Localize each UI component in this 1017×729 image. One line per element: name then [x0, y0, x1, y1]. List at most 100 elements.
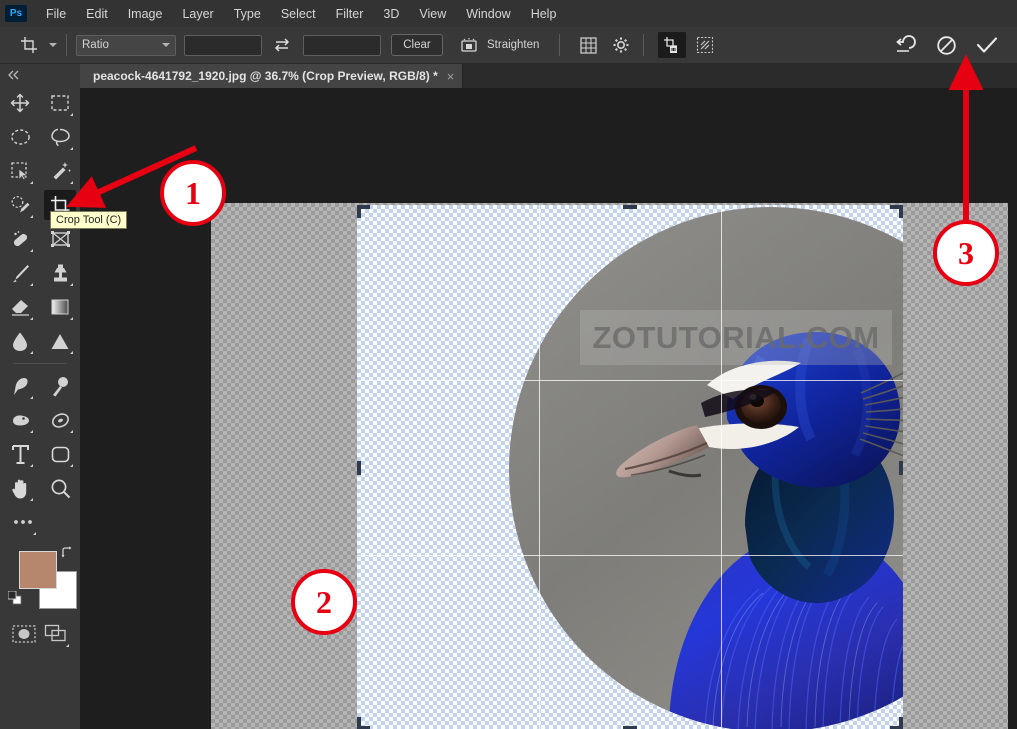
grid-overlay-icon[interactable]	[574, 32, 602, 58]
menu-item-view[interactable]: View	[409, 3, 456, 25]
menu-item-file[interactable]: File	[36, 3, 76, 25]
tool-object-selection[interactable]	[0, 154, 40, 188]
crop-grid-line-vertical-2	[721, 205, 722, 729]
clear-button[interactable]: Clear	[391, 34, 443, 56]
screen-mode-icon[interactable]	[40, 619, 72, 649]
clone-stamp-icon	[44, 258, 76, 288]
gradient-icon	[44, 292, 76, 322]
cancel-icon[interactable]	[932, 32, 960, 58]
document-canvas[interactable]: ZOTUTORIAL.COM	[211, 203, 1008, 729]
tool-eraser[interactable]	[0, 290, 40, 324]
document-tab-bar: peacock-4641792_1920.jpg @ 36.7% (Crop P…	[80, 64, 1017, 88]
foreground-color-swatch[interactable]	[19, 551, 57, 589]
options-bar-grip[interactable]	[0, 27, 10, 64]
tool-healing-brush[interactable]	[0, 222, 40, 256]
delete-cropped-pixels-icon[interactable]	[658, 32, 687, 58]
ellipse-shape-icon	[44, 405, 76, 435]
annotation-marker-3-label: 3	[958, 234, 974, 271]
commit-checkmark-button[interactable]	[973, 32, 1001, 58]
crop-handle-top-left-v[interactable]	[357, 205, 361, 218]
tool-quick-selection[interactable]	[0, 188, 40, 222]
chevron-down-icon	[49, 43, 57, 47]
tools-panel	[0, 64, 80, 729]
annotation-marker-2: 2	[291, 569, 357, 635]
tool-rounded-rectangle[interactable]	[40, 437, 80, 471]
annotation-marker-1: 1	[160, 160, 226, 226]
photoshop-logo-icon: Ps	[5, 5, 27, 22]
tool-blob[interactable]	[0, 403, 40, 437]
document-tab[interactable]: peacock-4641792_1920.jpg @ 36.7% (Crop P…	[80, 64, 464, 88]
crop-handle-left-middle[interactable]	[357, 460, 361, 475]
crop-handle-top-center[interactable]	[623, 205, 637, 209]
straighten-icon[interactable]	[455, 32, 483, 58]
tool-blur[interactable]	[0, 324, 40, 358]
lasso-icon	[44, 122, 76, 152]
photoshop-window: Ps File Edit Image Layer Type Select Fil…	[0, 0, 1017, 729]
tool-path-selection[interactable]	[40, 369, 80, 403]
tool-move[interactable]	[0, 86, 40, 120]
close-icon[interactable]: ×	[447, 70, 455, 83]
menu-item-type[interactable]: Type	[224, 3, 271, 25]
tool-zoom[interactable]	[40, 471, 80, 505]
crop-handle-bottom-right-v[interactable]	[899, 717, 903, 729]
tool-dodge[interactable]	[40, 324, 80, 358]
divider	[13, 363, 67, 364]
crop-grid-line-horizontal-2	[357, 555, 903, 556]
content-aware-fill-icon[interactable]	[691, 32, 719, 58]
annotation-marker-3: 3	[933, 220, 999, 286]
marquee-ellipse-icon	[4, 122, 36, 152]
divider	[559, 34, 561, 56]
menu-item-3d[interactable]: 3D	[373, 3, 409, 25]
menu-item-edit[interactable]: Edit	[76, 3, 118, 25]
swap-arrows-icon[interactable]	[269, 34, 295, 56]
pen-icon	[4, 371, 36, 401]
type-t-icon	[4, 439, 36, 469]
menu-item-help[interactable]: Help	[521, 3, 567, 25]
crop-grid-line-horizontal-1	[357, 380, 903, 381]
tool-gradient[interactable]	[40, 290, 80, 324]
aspect-ratio-select[interactable]: Ratio	[76, 34, 176, 56]
chevron-down-icon	[162, 43, 170, 47]
straighten-label[interactable]: Straighten	[487, 39, 539, 51]
tool-hand[interactable]	[0, 471, 40, 505]
tool-ellipse-shape[interactable]	[40, 403, 80, 437]
crop-handle-right-middle[interactable]	[899, 460, 903, 475]
tool-preset-picker[interactable]	[16, 33, 57, 57]
crop-handle-bottom-left-v[interactable]	[357, 717, 361, 729]
tools-grid	[0, 86, 80, 505]
tool-clone-stamp[interactable]	[40, 256, 80, 290]
tool-lasso[interactable]	[40, 120, 80, 154]
more-tools-button[interactable]	[3, 505, 43, 539]
reset-icon[interactable]	[891, 32, 919, 58]
crop-handle-top-right-v[interactable]	[899, 205, 903, 218]
divider	[643, 34, 645, 56]
menu-item-select[interactable]: Select	[271, 3, 326, 25]
ellipsis-icon	[7, 507, 39, 537]
gear-icon[interactable]	[607, 32, 635, 58]
quick-mask-icon[interactable]	[8, 619, 40, 649]
crop-tool-icon	[16, 33, 42, 57]
magic-wand-icon	[44, 156, 76, 186]
crop-width-input[interactable]	[184, 34, 262, 56]
crop-grid-line-vertical-1	[539, 205, 540, 729]
menu-item-filter[interactable]: Filter	[326, 3, 374, 25]
default-colors-icon[interactable]	[7, 590, 22, 610]
double-chevron-left-icon[interactable]	[0, 64, 80, 86]
menu-item-window[interactable]: Window	[456, 3, 520, 25]
crop-preview-region[interactable]: ZOTUTORIAL.COM	[357, 205, 903, 729]
crop-height-input[interactable]	[303, 34, 381, 56]
tool-magic-wand[interactable]	[40, 154, 80, 188]
menu-item-layer[interactable]: Layer	[172, 3, 223, 25]
menu-item-image[interactable]: Image	[118, 3, 173, 25]
path-selection-icon	[44, 371, 76, 401]
tool-elliptical-marquee[interactable]	[0, 120, 40, 154]
tool-brush[interactable]	[0, 256, 40, 290]
tool-rectangular-marquee[interactable]	[40, 86, 80, 120]
menu-bar: Ps File Edit Image Layer Type Select Fil…	[0, 0, 1017, 27]
tool-pen[interactable]	[0, 369, 40, 403]
healing-brush-icon	[4, 224, 36, 254]
swap-colors-icon[interactable]	[61, 546, 74, 562]
tool-type[interactable]	[0, 437, 40, 471]
annotation-marker-2-label: 2	[316, 583, 332, 620]
magnifier-icon	[44, 473, 76, 503]
